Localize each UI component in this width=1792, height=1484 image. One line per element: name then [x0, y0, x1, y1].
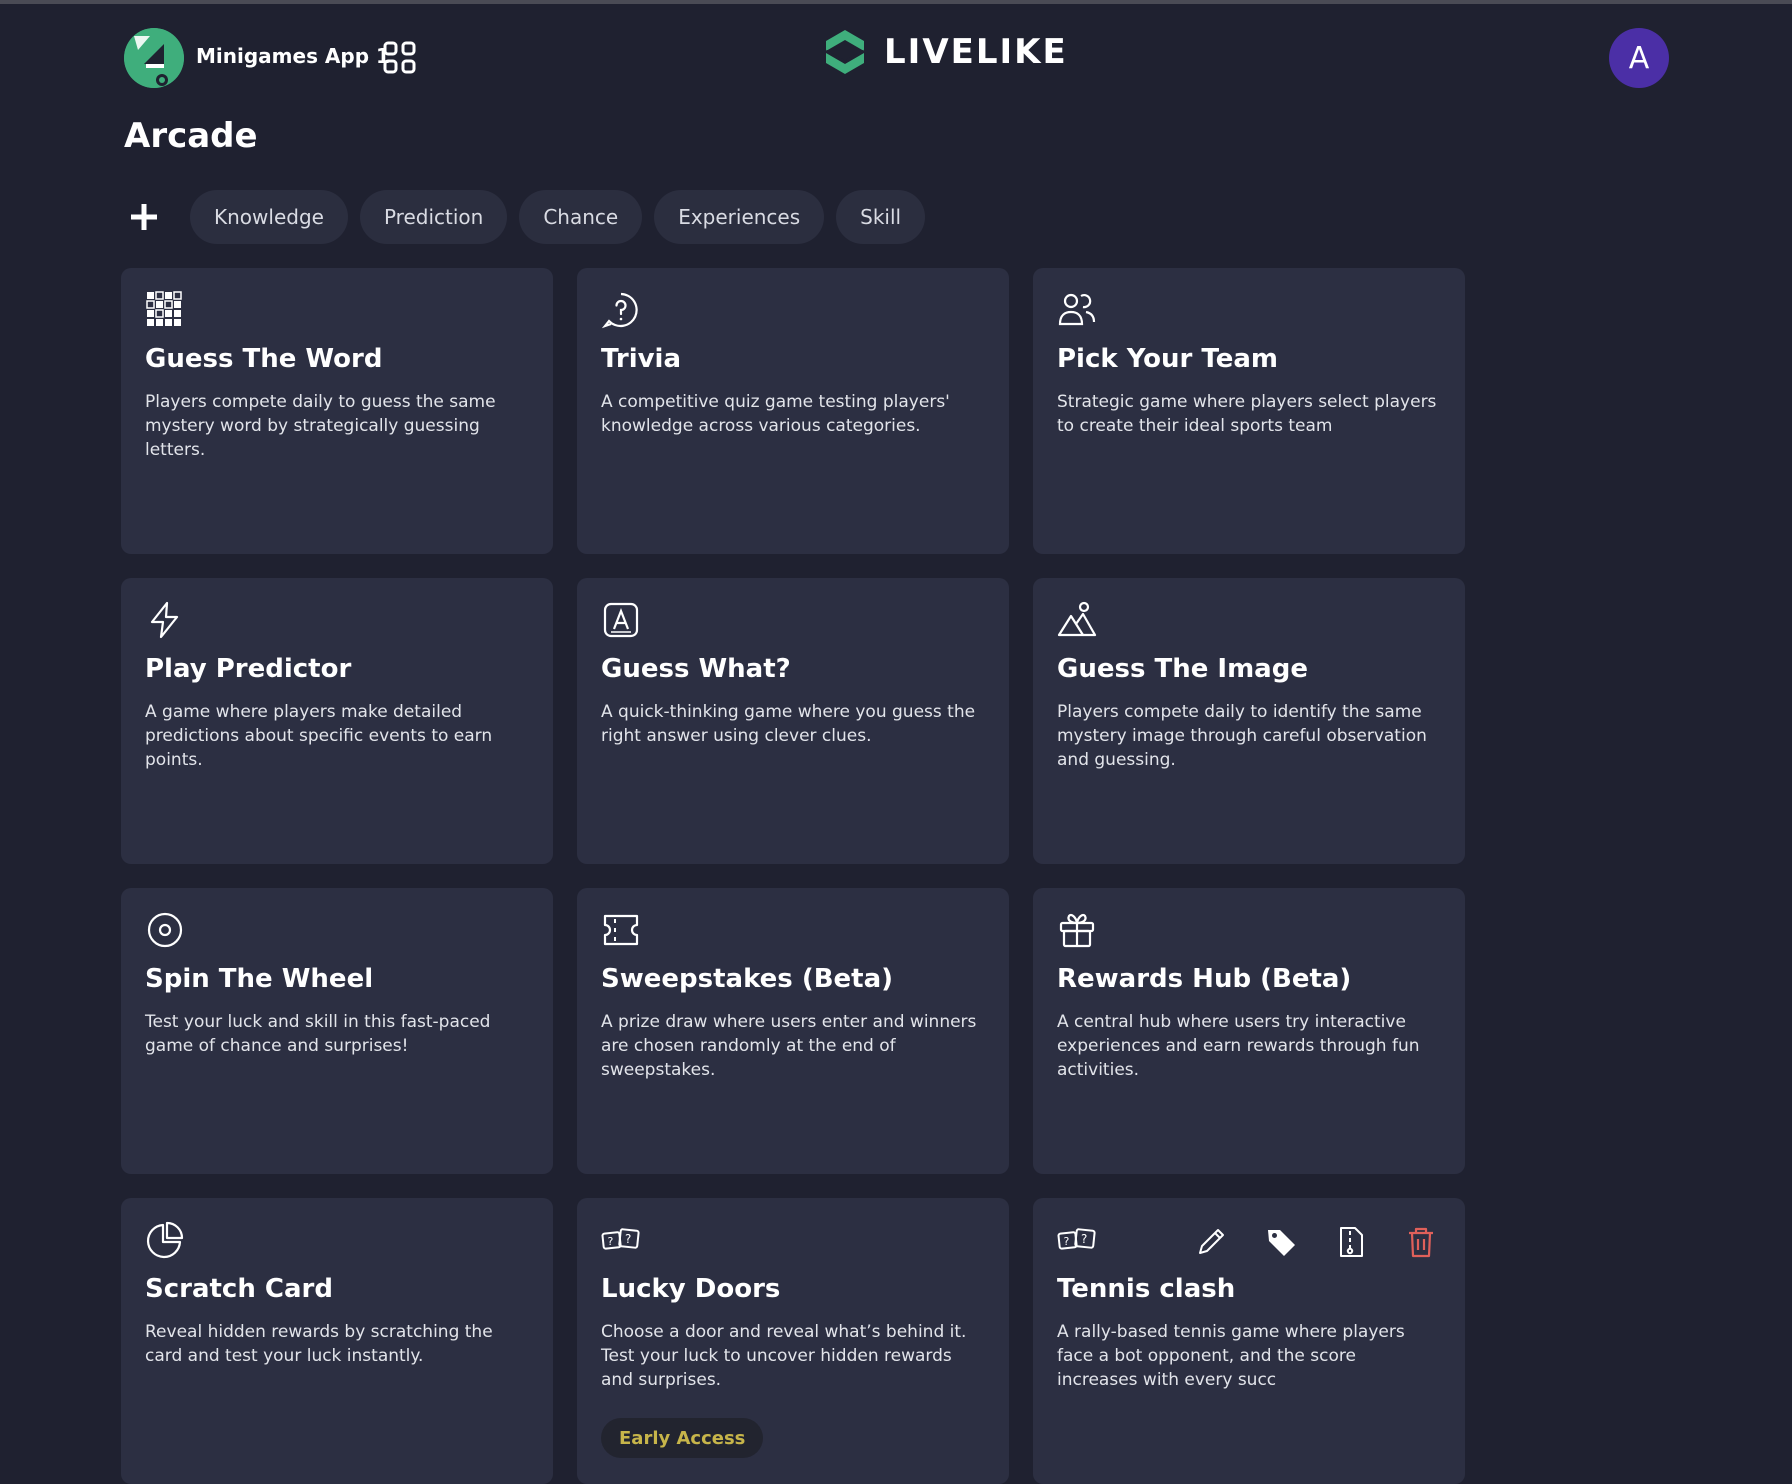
question-bubble-icon	[601, 290, 641, 330]
card-title: Lucky Doors	[601, 1274, 781, 1304]
mystery-cards-icon: ? ?	[601, 1220, 641, 1260]
svg-text:?: ?	[1081, 1232, 1087, 1246]
card-title: Rewards Hub (Beta)	[1057, 964, 1352, 994]
lightning-icon	[145, 600, 185, 640]
game-card-sweepstakes[interactable]: Sweepstakes (Beta) A prize draw where us…	[577, 888, 1009, 1174]
card-title: Play Predictor	[145, 654, 352, 684]
letter-a-box-icon	[601, 600, 641, 640]
filter-chip-skill[interactable]: Skill	[836, 190, 926, 244]
card-title: Guess What?	[601, 654, 791, 684]
filter-chip-experiences[interactable]: Experiences	[654, 190, 825, 244]
pie-clock-icon	[145, 1220, 185, 1260]
ticket-icon	[601, 910, 641, 950]
app-logo[interactable]	[124, 28, 184, 88]
card-actions	[1191, 1222, 1441, 1262]
svg-text:?: ?	[1064, 1235, 1070, 1248]
tag-icon[interactable]	[1261, 1222, 1301, 1262]
card-description: Players compete daily to identify the sa…	[1057, 702, 1427, 770]
card-title: Sweepstakes (Beta)	[601, 964, 894, 994]
document-icon[interactable]	[1331, 1222, 1371, 1262]
filter-chip-knowledge[interactable]: Knowledge	[190, 190, 348, 244]
card-title: Spin The Wheel	[145, 964, 374, 994]
card-description: A competitive quiz game testing players'…	[601, 392, 950, 436]
game-card-scratch-card[interactable]: Scratch Card Reveal hidden rewards by sc…	[121, 1198, 553, 1484]
game-card-guess-what[interactable]: Guess What? A quick-thinking game where …	[577, 578, 1009, 864]
plus-icon	[131, 204, 157, 230]
add-game-button[interactable]	[124, 197, 164, 237]
livelike-logo-icon	[820, 26, 870, 78]
users-icon	[1057, 290, 1097, 330]
card-description: Reveal hidden rewards by scratching the …	[145, 1322, 493, 1366]
page-title: Arcade	[124, 116, 258, 156]
app-logo-icon	[124, 28, 184, 88]
apps-grid-icon[interactable]	[382, 40, 418, 76]
card-description: Strategic game where players select play…	[1057, 392, 1437, 436]
card-title: Pick Your Team	[1057, 344, 1278, 374]
card-description: Players compete daily to guess the same …	[145, 392, 496, 460]
card-description: Choose a door and reveal what’s behind i…	[601, 1322, 967, 1390]
card-title: Trivia	[601, 344, 682, 374]
user-avatar[interactable]: A	[1609, 28, 1669, 88]
mystery-cards-icon: ? ?	[1057, 1220, 1097, 1260]
app-name[interactable]: Minigames App 1	[196, 44, 390, 68]
game-card-spin-the-wheel[interactable]: Spin The Wheel Test your luck and skill …	[121, 888, 553, 1174]
game-card-lucky-doors[interactable]: ? ? Lucky Doors Choose a door and reveal…	[577, 1198, 1009, 1484]
card-title: Guess The Word	[145, 344, 383, 374]
image-mountain-icon	[1057, 600, 1097, 640]
trash-icon[interactable]	[1401, 1222, 1441, 1262]
game-card-guess-the-image[interactable]: Guess The Image Players compete daily to…	[1033, 578, 1465, 864]
card-description: A rally-based tennis game where players …	[1057, 1322, 1405, 1390]
card-description: Test your luck and skill in this fast-pa…	[145, 1012, 491, 1056]
card-description: A quick-thinking game where you guess th…	[601, 702, 976, 746]
card-description: A prize draw where users enter and winne…	[601, 1012, 977, 1080]
card-description: A game where players make detailed predi…	[145, 702, 493, 770]
game-card-rewards-hub[interactable]: Rewards Hub (Beta) A central hub where u…	[1033, 888, 1465, 1174]
filter-chip-prediction[interactable]: Prediction	[359, 190, 508, 244]
game-card-tennis-clash[interactable]: ? ? Tennis clash A rally-based tennis ga…	[1033, 1198, 1465, 1484]
header: Minigames App 1 LIVELIKE A	[0, 0, 1792, 120]
card-title: Guess The Image	[1057, 654, 1308, 684]
category-filters: Knowledge Prediction Chance Experiences …	[124, 190, 926, 244]
game-card-play-predictor[interactable]: Play Predictor A game where players make…	[121, 578, 553, 864]
game-card-grid: Guess The Word Players compete daily to …	[121, 268, 1466, 1484]
card-description: A central hub where users try interactiv…	[1057, 1012, 1420, 1080]
gift-icon	[1057, 910, 1097, 950]
game-card-guess-the-word[interactable]: Guess The Word Players compete daily to …	[121, 268, 553, 554]
game-card-pick-your-team[interactable]: Pick Your Team Strategic game where play…	[1033, 268, 1465, 554]
filter-chip-chance[interactable]: Chance	[519, 190, 643, 244]
edit-icon[interactable]	[1191, 1222, 1231, 1262]
svg-text:?: ?	[625, 1232, 631, 1246]
brand-logo: LIVELIKE	[820, 24, 1068, 80]
card-title: Tennis clash	[1057, 1274, 1236, 1304]
card-title: Scratch Card	[145, 1274, 333, 1304]
svg-text:?: ?	[608, 1235, 614, 1248]
brand-name: LIVELIKE	[884, 32, 1068, 72]
grid-puzzle-icon	[145, 290, 185, 330]
early-access-badge: Early Access	[601, 1418, 764, 1458]
target-wheel-icon	[145, 910, 185, 950]
game-card-trivia[interactable]: Trivia A competitive quiz game testing p…	[577, 268, 1009, 554]
